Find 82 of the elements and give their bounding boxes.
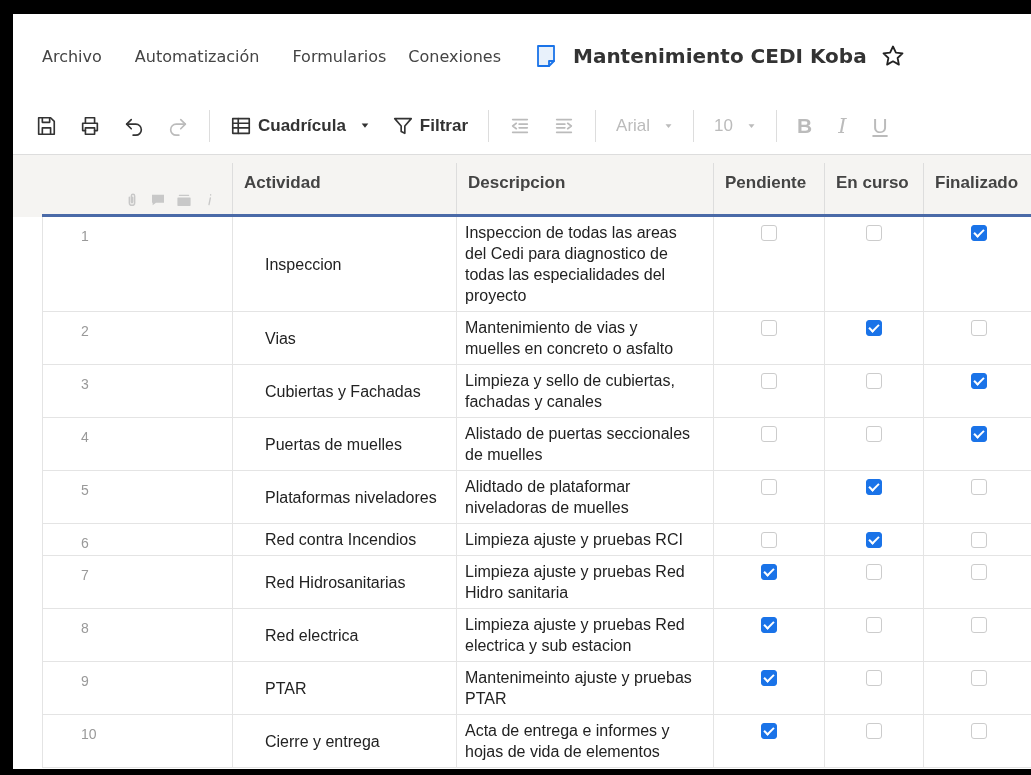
checkbox[interactable] <box>761 225 777 241</box>
table-cell: Limpieza ajuste y pruebas RCI <box>456 524 713 555</box>
table-cell: Mantenimiento de vias y muelles en concreto o asfalto <box>456 312 713 364</box>
column-header[interactable]: Actividad <box>232 163 456 214</box>
caret-icon <box>664 121 674 131</box>
star-icon[interactable] <box>880 44 905 68</box>
table-cell: Alistado de puertas seccionales de muelles <box>456 418 713 470</box>
table-cell-text: Plataformas niveladores <box>265 487 437 508</box>
checkbox[interactable] <box>970 225 987 241</box>
filter-button[interactable]: Filtrar <box>385 111 475 141</box>
checkbox[interactable] <box>970 373 987 389</box>
column-header[interactable]: Descripcion <box>456 163 713 214</box>
row-number: 9 <box>42 662 232 714</box>
menu-item[interactable]: Archivo <box>42 46 102 66</box>
table-cell: Limpieza ajuste y pruebas Red electrica y sub estacion <box>456 609 713 661</box>
table-cell: Inspeccion de todas las areas del Cedi para diagnostico de todas las especialidades del proyecto <box>456 217 713 311</box>
row-number: 5 <box>42 471 232 523</box>
checkbox[interactable] <box>866 564 882 580</box>
filter-icon <box>391 115 414 137</box>
table-cell-text: Red electrica <box>265 625 359 646</box>
card-icon <box>176 192 192 208</box>
table-cell-text: Inspeccion <box>265 254 342 275</box>
table-cell: Limpieza y sello de cubiertas, fachadas y canales <box>456 365 713 417</box>
checkbox[interactable] <box>970 670 987 686</box>
table-cell-text: Red contra Incendios <box>265 530 417 550</box>
checkbox[interactable] <box>970 617 987 633</box>
row-number: 4 <box>42 418 232 470</box>
row-number: 8 <box>42 609 232 661</box>
row-number: 3 <box>42 365 232 417</box>
table-cell-text: Vias <box>265 328 296 349</box>
checkbox[interactable] <box>970 532 987 548</box>
checkbox[interactable] <box>866 479 882 495</box>
checkbox[interactable] <box>970 320 987 336</box>
column-header[interactable]: En curso <box>824 163 923 214</box>
table-cell-text: Cubiertas y Fachadas <box>265 381 421 402</box>
checkbox[interactable] <box>866 532 882 548</box>
row-number: 2 <box>42 312 232 364</box>
table-cell-text: Puertas de muelles <box>265 434 402 455</box>
checkbox[interactable] <box>761 532 777 548</box>
checkbox[interactable] <box>970 479 987 495</box>
table-cell: Acta de entrega e informes y hojas de vida de elementos <box>456 715 713 767</box>
menu-item[interactable]: Formularios <box>292 46 387 66</box>
checkbox[interactable] <box>866 426 882 442</box>
table-cell-text: Cierre y entrega <box>265 731 380 752</box>
checkbox[interactable] <box>761 670 777 686</box>
table-cell-text: PTAR <box>265 678 307 699</box>
checkbox[interactable] <box>761 373 777 389</box>
checkbox[interactable] <box>761 723 777 739</box>
checkbox[interactable] <box>970 426 987 442</box>
checkbox[interactable] <box>866 373 882 389</box>
checkbox[interactable] <box>970 723 987 739</box>
save-icon <box>35 115 57 137</box>
column-header[interactable]: Pendiente <box>713 163 824 214</box>
checkbox[interactable] <box>866 723 882 739</box>
checkbox[interactable] <box>970 564 987 580</box>
checkbox[interactable] <box>866 320 882 336</box>
menu-item[interactable]: Conexiones <box>408 46 501 66</box>
view-dropdown[interactable]: Cuadrícula <box>224 111 376 141</box>
checkbox[interactable] <box>761 320 777 336</box>
table-cell: Mantenimeinto ajuste y pruebas PTAR <box>456 662 713 714</box>
checkbox[interactable] <box>761 479 777 495</box>
row-number: 10 <box>42 715 232 767</box>
checkbox[interactable] <box>866 670 882 686</box>
table-cell: Limpieza ajuste y pruebas Red Hidro sanitaria <box>456 556 713 608</box>
document-title: Mantenimiento CEDI Koba <box>573 44 867 68</box>
document-icon <box>535 43 557 69</box>
checkbox[interactable] <box>761 617 777 633</box>
row-number: 1 <box>42 217 232 311</box>
grid-icon <box>230 115 252 137</box>
checkbox[interactable] <box>761 564 777 580</box>
table-cell-text: Red Hidrosanitarias <box>265 572 406 593</box>
menu-item[interactable]: Automatización <box>134 46 260 66</box>
checkbox[interactable] <box>866 225 882 241</box>
comment-icon <box>150 192 166 208</box>
caret-icon <box>747 121 756 131</box>
checkbox[interactable] <box>761 426 777 442</box>
row-number: 6 <box>42 524 232 555</box>
row-number: 7 <box>42 556 232 608</box>
checkbox[interactable] <box>866 617 882 633</box>
column-header[interactable]: Finalizado <box>923 163 1031 214</box>
print-icon <box>79 115 101 137</box>
table-cell: Alidtado de plataformar niveladoras de muelles <box>456 471 713 523</box>
